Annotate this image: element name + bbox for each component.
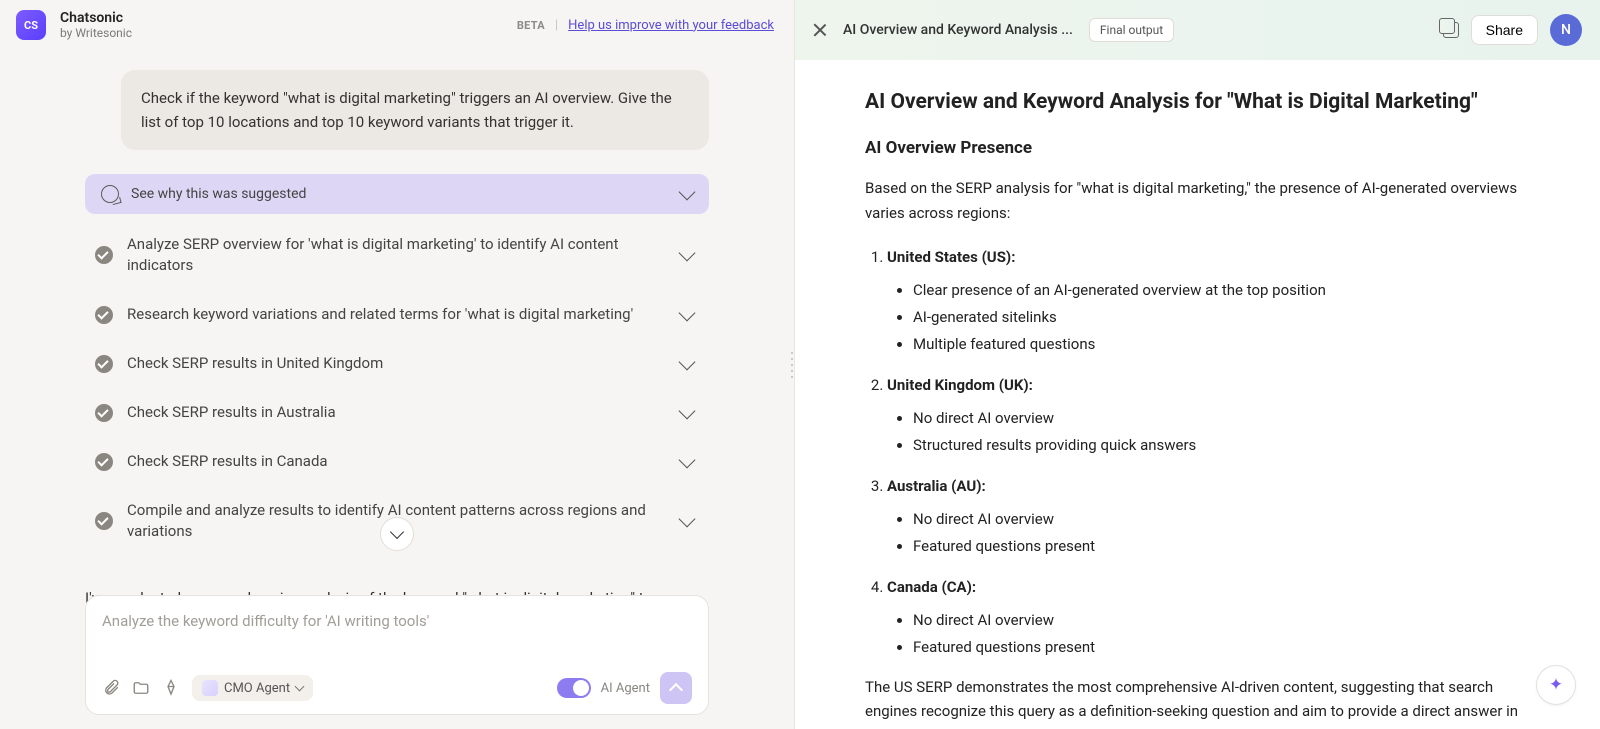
share-button[interactable]: Share: [1471, 15, 1538, 45]
chevron-down-icon: [295, 682, 305, 692]
panel-resize-handle[interactable]: [789, 352, 795, 378]
chat-bubble-icon: [101, 185, 119, 203]
output-header: AI Overview and Keyword Analysis ... Fin…: [795, 0, 1600, 60]
step-text: Analyze SERP overview for 'what is digit…: [127, 234, 667, 276]
beta-badge: BETA: [517, 19, 545, 32]
checkmark-icon: [95, 512, 113, 530]
left-panel: CS Chatsonic by Writesonic BETA | Help u…: [0, 0, 794, 729]
chevron-down-icon: [679, 353, 696, 370]
app-name: Chatsonic: [60, 10, 132, 26]
chevron-down-icon: [679, 511, 696, 528]
step-text: Check SERP results in Canada: [127, 451, 667, 472]
app-subtitle: by Writesonic: [60, 26, 132, 40]
doc-heading-2: AI Overview Presence: [865, 138, 1530, 158]
app-logo: CS: [16, 10, 46, 40]
region-detail: No direct AI overview: [913, 607, 1530, 634]
region-item: Canada (CA):No direct AI overviewFeature…: [887, 574, 1530, 661]
step-row[interactable]: Check SERP results in Australia: [85, 388, 709, 437]
region-item: Australia (AU):No direct AI overviewFeat…: [887, 473, 1530, 560]
checkmark-icon: [95, 453, 113, 471]
checkmark-icon: [95, 355, 113, 373]
folder-icon[interactable]: [132, 679, 150, 697]
region-detail: Multiple featured questions: [913, 331, 1530, 358]
feedback-link[interactable]: Help us improve with your feedback: [568, 18, 774, 33]
arrow-down-icon: [390, 525, 404, 539]
wand-icon: ✦: [1549, 675, 1563, 695]
chevron-down-icon: [679, 245, 696, 262]
fab-button[interactable]: ✦: [1536, 665, 1576, 705]
chat-input-area: Analyze the keyword difficulty for 'AI w…: [85, 595, 709, 715]
region-item: United Kingdom (UK):No direct AI overvie…: [887, 372, 1530, 459]
input-toolbar: CMO Agent AI Agent: [102, 672, 692, 704]
user-avatar[interactable]: N: [1550, 14, 1582, 46]
agent-chip-label: CMO Agent: [224, 681, 290, 696]
region-detail: No direct AI overview: [913, 405, 1530, 432]
suggestion-banner[interactable]: See why this was suggested: [85, 174, 709, 214]
doc-intro: Based on the SERP analysis for "what is …: [865, 176, 1530, 226]
send-button[interactable]: [660, 672, 692, 704]
ai-agent-label: AI Agent: [601, 681, 650, 696]
close-button[interactable]: [813, 23, 827, 37]
chevron-down-icon: [679, 184, 696, 201]
user-message-bubble: Check if the keyword "what is digital ma…: [121, 70, 709, 150]
agent-avatar-icon: [202, 680, 218, 696]
checkmark-icon: [95, 246, 113, 264]
region-detail: Featured questions present: [913, 634, 1530, 661]
chevron-down-icon: [679, 402, 696, 419]
checkmark-icon: [95, 306, 113, 324]
suggestion-text: See why this was suggested: [131, 186, 669, 202]
step-row[interactable]: Check SERP results in Canada: [85, 437, 709, 486]
step-row[interactable]: Check SERP results in United Kingdom: [85, 339, 709, 388]
scroll-down-button[interactable]: [380, 517, 414, 551]
copy-button[interactable]: [1443, 22, 1459, 38]
agent-selector[interactable]: CMO Agent: [192, 675, 313, 701]
step-row[interactable]: Analyze SERP overview for 'what is digit…: [85, 220, 709, 290]
app-header: CS Chatsonic by Writesonic BETA | Help u…: [0, 0, 794, 50]
document-content[interactable]: AI Overview and Keyword Analysis for "Wh…: [795, 60, 1600, 729]
step-text: Research keyword variations and related …: [127, 304, 667, 325]
region-detail: Structured results providing quick answe…: [913, 432, 1530, 459]
divider: |: [555, 18, 558, 33]
step-text: Check SERP results in Australia: [127, 402, 667, 423]
doc-heading-1: AI Overview and Keyword Analysis for "Wh…: [865, 90, 1530, 114]
checkmark-icon: [95, 404, 113, 422]
doc-conclusion: The US SERP demonstrates the most compre…: [865, 675, 1530, 729]
region-detail: Featured questions present: [913, 533, 1530, 560]
region-detail: Clear presence of an AI-generated overvi…: [913, 277, 1530, 304]
right-panel: AI Overview and Keyword Analysis ... Fin…: [794, 0, 1600, 729]
ai-agent-toggle[interactable]: [557, 678, 591, 698]
chat-input[interactable]: Analyze the keyword difficulty for 'AI w…: [102, 612, 692, 662]
final-output-badge: Final output: [1089, 18, 1174, 42]
output-title: AI Overview and Keyword Analysis ...: [843, 22, 1073, 38]
chevron-down-icon: [679, 304, 696, 321]
attach-icon[interactable]: [102, 679, 120, 697]
step-text: Check SERP results in United Kingdom: [127, 353, 667, 374]
region-item: United States (US):Clear presence of an …: [887, 244, 1530, 358]
arrow-up-icon: [669, 682, 683, 696]
step-row[interactable]: Research keyword variations and related …: [85, 290, 709, 339]
region-detail: No direct AI overview: [913, 506, 1530, 533]
pen-icon[interactable]: [162, 679, 180, 697]
chevron-down-icon: [679, 451, 696, 468]
region-detail: AI-generated sitelinks: [913, 304, 1530, 331]
